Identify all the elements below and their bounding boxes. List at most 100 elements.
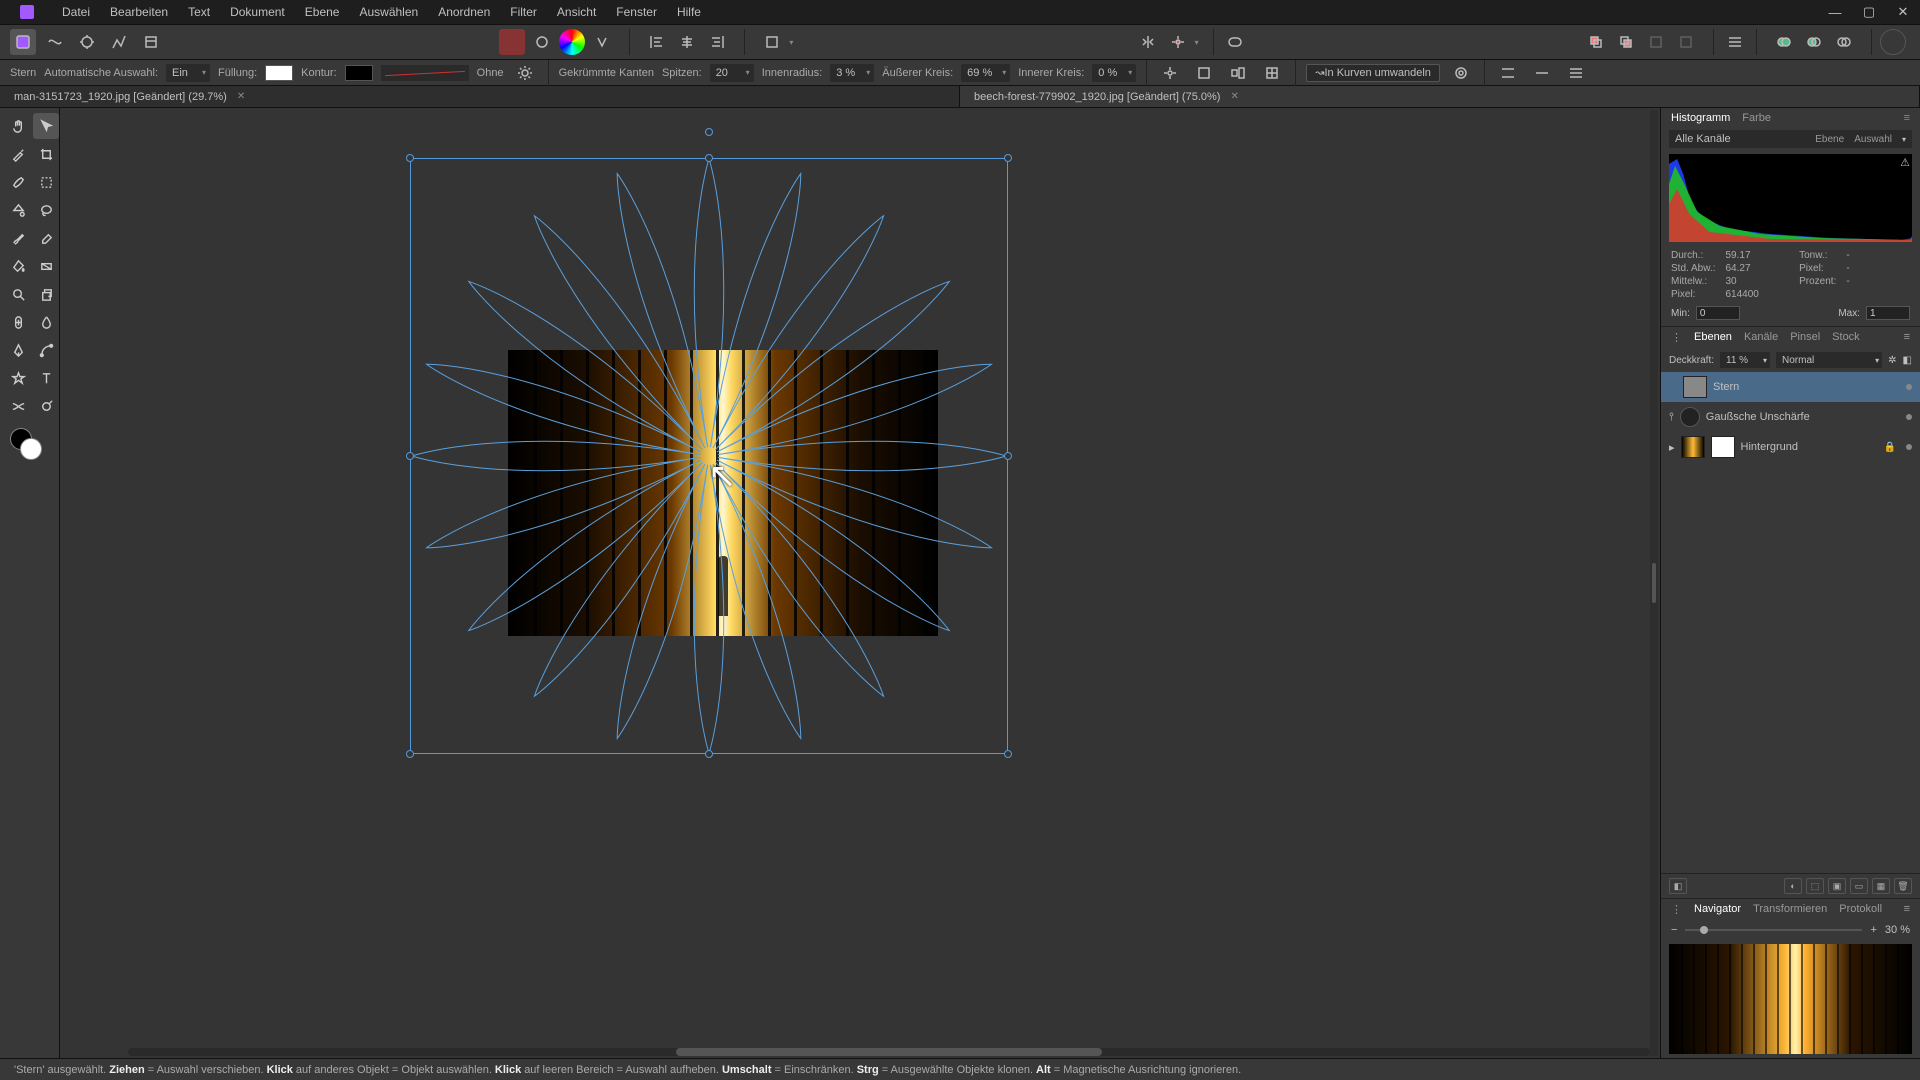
menu-auswaehlen[interactable]: Auswählen [349, 5, 428, 19]
hist-opt-selection[interactable]: Auswahl [1854, 134, 1892, 145]
blendmode-select[interactable]: Normal [1776, 352, 1882, 368]
opacity-input[interactable]: 11 % [1720, 352, 1770, 368]
navigator-preview[interactable] [1669, 944, 1912, 1054]
canvas-area[interactable]: ↖ [60, 108, 1660, 1058]
tab-close-icon[interactable]: ✕ [1230, 91, 1238, 102]
layer-settings2-icon[interactable]: ◧ [1903, 355, 1912, 366]
align-a-icon[interactable] [1495, 60, 1521, 86]
tab-kanaele[interactable]: Kanäle [1744, 331, 1778, 344]
stroke-swatch[interactable] [345, 65, 373, 81]
snapping-icon[interactable] [1165, 29, 1191, 55]
mask-layer-icon[interactable]: ◧ [1669, 878, 1687, 894]
points-input[interactable]: 20 [710, 64, 754, 82]
tab-history[interactable]: Protokoll [1839, 903, 1882, 916]
layer-settings-icon[interactable]: ✲ [1888, 355, 1896, 366]
account-avatar-icon[interactable] [1880, 29, 1906, 55]
add-pixel-icon[interactable]: ▦ [1872, 878, 1890, 894]
menu-ebene[interactable]: Ebene [295, 5, 350, 19]
erase-tool-icon[interactable] [33, 225, 59, 251]
boolean-sub-icon[interactable] [1801, 29, 1827, 55]
options-gear-icon[interactable] [512, 60, 538, 86]
bbox-handle[interactable] [1004, 452, 1012, 460]
order-bwd-icon[interactable] [1673, 29, 1699, 55]
panel-menu-icon[interactable]: ≡ [1904, 903, 1910, 916]
fill-swatch[interactable] [265, 65, 293, 81]
paint-brush-icon[interactable] [5, 225, 31, 251]
hist-min-input[interactable] [1696, 306, 1740, 320]
window-min-icon[interactable]: — [1818, 0, 1852, 24]
panel-menu-icon[interactable]: ≡ [1904, 331, 1910, 344]
window-close-icon[interactable]: ✕ [1886, 0, 1920, 24]
move-tool-icon[interactable] [33, 113, 59, 139]
order-fwd-icon[interactable] [1643, 29, 1669, 55]
add-mask-icon[interactable]: ▣ [1828, 878, 1846, 894]
marquee-tool-icon[interactable] [33, 169, 59, 195]
tab-document-1[interactable]: man-3151723_1920.jpg [Geändert] (29.7%) … [0, 86, 960, 107]
expand-icon[interactable]: ▸ [1669, 441, 1675, 454]
layer-name[interactable]: Stern [1713, 381, 1739, 393]
heal-tool-icon[interactable] [5, 309, 31, 335]
tab-navigator[interactable]: Navigator [1694, 903, 1741, 916]
tab-ebenen[interactable]: Ebenen [1694, 331, 1732, 344]
fill-preview-icon[interactable] [499, 29, 525, 55]
bbox-handle[interactable] [406, 154, 414, 162]
node-tool-icon[interactable] [33, 337, 59, 363]
star-shape-icon[interactable] [5, 365, 31, 391]
menu-bearbeiten[interactable]: Bearbeiten [100, 5, 178, 19]
flip-h-icon[interactable] [1135, 29, 1161, 55]
gradient-tool-icon[interactable] [33, 253, 59, 279]
menu-anordnen[interactable]: Anordnen [428, 5, 500, 19]
dodge-tool-icon[interactable] [33, 393, 59, 419]
text-tool-icon[interactable] [33, 365, 59, 391]
visibility-toggle-icon[interactable] [1906, 444, 1912, 450]
target-icon[interactable] [1448, 60, 1474, 86]
tab-stock[interactable]: Stock [1832, 331, 1860, 344]
quickmask-icon[interactable] [1222, 29, 1248, 55]
order-back-icon[interactable] [1613, 29, 1639, 55]
menu-hilfe[interactable]: Hilfe [667, 5, 711, 19]
color-swap[interactable] [4, 426, 60, 466]
menu-datei[interactable]: Datei [52, 5, 100, 19]
align-right-icon[interactable] [704, 29, 730, 55]
visibility-toggle-icon[interactable] [1906, 384, 1912, 390]
menu-ansicht[interactable]: Ansicht [547, 5, 606, 19]
layer-mask-thumb[interactable] [1711, 436, 1735, 458]
tab-farbe[interactable]: Farbe [1742, 112, 1771, 124]
rotate-handle[interactable] [705, 128, 713, 136]
bbox-handle[interactable] [406, 750, 414, 758]
transform-origin-icon[interactable] [1157, 60, 1183, 86]
tab-document-2[interactable]: beech-forest-779902_1920.jpg [Geändert] … [960, 86, 1920, 107]
stroke-preview-icon[interactable] [529, 29, 555, 55]
inner-circle-input[interactable]: 0 % [1092, 64, 1136, 82]
clone-tool-icon[interactable] [33, 281, 59, 307]
hist-opt-layer[interactable]: Ebene [1815, 134, 1844, 145]
zoom-slider[interactable] [1685, 929, 1862, 931]
menu-fenster[interactable]: Fenster [606, 5, 667, 19]
lasso-tool-icon[interactable] [33, 197, 59, 223]
outer-circle-input[interactable]: 69 % [961, 64, 1010, 82]
panel-menu-icon[interactable]: ≡ [1904, 112, 1910, 124]
menu-dokument[interactable]: Dokument [220, 5, 295, 19]
persona-export-icon[interactable] [138, 29, 164, 55]
layer-row-stern[interactable]: Stern [1661, 372, 1920, 402]
bbox-handle[interactable] [1004, 154, 1012, 162]
tab-histogramm[interactable]: Histogramm [1671, 112, 1730, 124]
align-c-icon[interactable] [1563, 60, 1589, 86]
bbox-handle[interactable] [705, 750, 713, 758]
align-b-icon[interactable] [1529, 60, 1555, 86]
bbox-handle[interactable] [1004, 750, 1012, 758]
add-group-icon[interactable]: ▭ [1850, 878, 1868, 894]
stroke-style[interactable] [381, 65, 469, 81]
lock-icon[interactable]: 🔒 [1884, 442, 1896, 453]
menu-text[interactable]: Text [178, 5, 220, 19]
inner-radius-input[interactable]: 3 % [830, 64, 874, 82]
smooth-label[interactable]: Gekrümmte Kanten [559, 67, 654, 79]
persona-liquify-icon[interactable] [42, 29, 68, 55]
zoom-value[interactable]: 30 % [1885, 924, 1910, 936]
panel-grip-icon[interactable]: ⋮ [1671, 903, 1682, 916]
fill-tool-icon[interactable] [5, 253, 31, 279]
rotate-shape-icon[interactable] [1191, 60, 1217, 86]
align-center-icon[interactable] [674, 29, 700, 55]
panel-grip-icon[interactable]: ⋮ [1671, 331, 1682, 344]
zoom-in-icon[interactable]: + [1870, 924, 1876, 936]
